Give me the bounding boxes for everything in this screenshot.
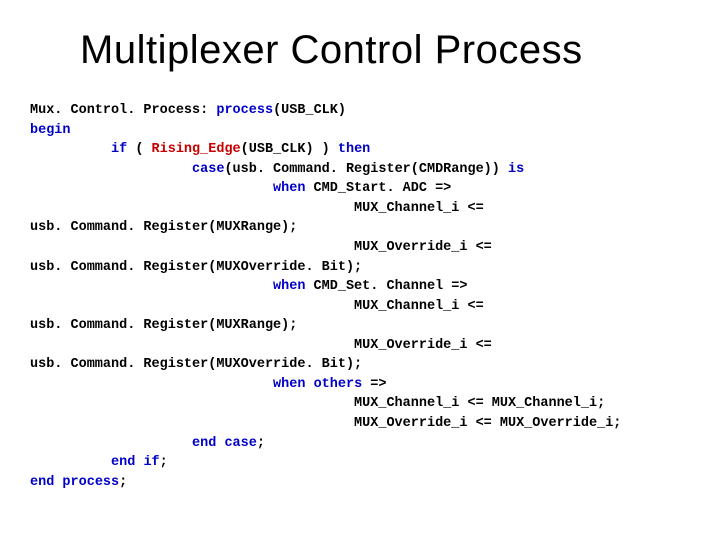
code-text: ;	[119, 475, 127, 490]
kw-end: end	[30, 475, 54, 490]
indent	[30, 436, 192, 451]
kw-case: case	[224, 436, 256, 451]
kw-begin: begin	[30, 123, 71, 138]
indent	[30, 162, 192, 177]
fn-rising-edge: Rising_Edge	[152, 142, 241, 157]
code-text: ;	[160, 455, 168, 470]
kw-if: if	[111, 142, 127, 157]
code-text: CMD_Start. ADC =>	[305, 181, 451, 196]
code-text: ;	[257, 436, 265, 451]
code-line-5: when CMD_Start. ADC =>	[30, 181, 451, 196]
code-text: MUX_Override_i <=	[30, 338, 492, 353]
code-text: =>	[362, 377, 386, 392]
kw-when: when	[273, 279, 305, 294]
code-text: MUX_Channel_i <= MUX_Channel_i;	[30, 396, 605, 411]
kw-process: process	[216, 103, 273, 118]
code-line-1: Mux. Control. Process: process(USB_CLK)	[30, 103, 346, 118]
code-text: usb. Command. Register(MUXOverride. Bit)…	[30, 260, 362, 275]
code-line-7: usb. Command. Register(MUXRange);	[30, 220, 297, 235]
code-line-2: begin	[30, 123, 71, 138]
code-text: usb. Command. Register(MUXRange);	[30, 220, 297, 235]
code-line-20: end process;	[30, 475, 127, 490]
kw-is: is	[508, 162, 524, 177]
code-line-4: case(usb. Command. Register(CMDRange)) i…	[30, 162, 524, 177]
code-line-8: MUX_Override_i <=	[30, 240, 492, 255]
code-line-19: end if;	[30, 455, 168, 470]
code-block: Mux. Control. Process: process (USB_CLK) …	[30, 101, 690, 492]
code-line-15: when others =>	[30, 377, 386, 392]
indent	[30, 455, 111, 470]
indent	[30, 142, 111, 157]
kw-then: then	[338, 142, 370, 157]
code-text: usb. Command. Register(MUXRange);	[30, 318, 297, 333]
slide-title: Multiplexer Control Process	[80, 28, 690, 73]
code-text: usb. Command. Register(MUXOverride. Bit)…	[30, 357, 362, 372]
code-text: MUX_Override_i <=	[30, 240, 492, 255]
code-text: MUX_Channel_i <=	[30, 299, 484, 314]
code-line-14: usb. Command. Register(MUXOverride. Bit)…	[30, 357, 362, 372]
code-text: (USB_CLK) )	[241, 142, 338, 157]
code-text	[305, 377, 313, 392]
kw-when: when	[273, 181, 305, 196]
kw-end: end	[192, 436, 216, 451]
code-text: Mux. Control. Process:	[30, 103, 216, 118]
code-text: (	[127, 142, 151, 157]
indent	[30, 279, 273, 294]
code-line-9: usb. Command. Register(MUXOverride. Bit)…	[30, 260, 362, 275]
code-line-11: MUX_Channel_i <=	[30, 299, 484, 314]
kw-end: end	[111, 455, 135, 470]
kw-case: case	[192, 162, 224, 177]
code-line-12: usb. Command. Register(MUXRange);	[30, 318, 297, 333]
kw-if: if	[143, 455, 159, 470]
code-line-3: if ( Rising_Edge(USB_CLK) ) then	[30, 142, 370, 157]
code-line-16: MUX_Channel_i <= MUX_Channel_i;	[30, 396, 605, 411]
code-text: (usb. Command. Register(CMDRange))	[224, 162, 508, 177]
code-line-13: MUX_Override_i <=	[30, 338, 492, 353]
indent	[30, 181, 273, 196]
code-text: CMD_Set. Channel =>	[305, 279, 467, 294]
code-line-17: MUX_Override_i <= MUX_Override_i;	[30, 416, 621, 431]
slide: Multiplexer Control Process Mux. Control…	[0, 0, 720, 540]
code-line-6: MUX_Channel_i <=	[30, 201, 484, 216]
code-text: (USB_CLK)	[273, 103, 346, 118]
kw-process: process	[62, 475, 119, 490]
kw-others: others	[314, 377, 363, 392]
kw-when: when	[273, 377, 305, 392]
code-text: MUX_Channel_i <=	[30, 201, 484, 216]
code-text: MUX_Override_i <= MUX_Override_i;	[30, 416, 621, 431]
indent	[30, 377, 273, 392]
code-line-10: when CMD_Set. Channel =>	[30, 279, 467, 294]
code-line-18: end case;	[30, 436, 265, 451]
